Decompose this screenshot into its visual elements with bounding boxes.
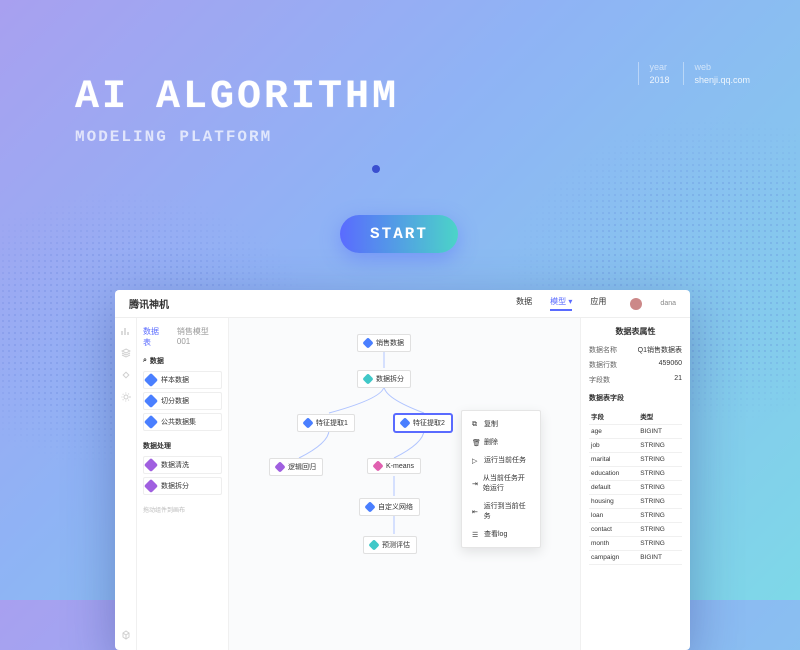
avatar[interactable] bbox=[630, 298, 642, 310]
node-custom-net[interactable]: 自定义网络 bbox=[359, 498, 420, 516]
node-data-split[interactable]: 数据拆分 bbox=[357, 370, 411, 388]
meta-year-label: year bbox=[649, 62, 669, 72]
field-row: housingSTRING bbox=[589, 495, 682, 509]
iconbar bbox=[115, 318, 137, 650]
layers-icon[interactable] bbox=[121, 348, 131, 358]
field-row: contactSTRING bbox=[589, 523, 682, 537]
cog-icon[interactable] bbox=[121, 392, 131, 402]
menu-delete[interactable]: 🗑删除 bbox=[462, 433, 540, 451]
prop-name: Q1销售数据表 bbox=[638, 345, 682, 355]
meta-block: year 2018 web shenji.qq.com bbox=[638, 62, 750, 85]
topbar: 腾讯神机 数据 模型 ▾ 应用 dana bbox=[115, 290, 690, 318]
app-window: 腾讯神机 数据 模型 ▾ 应用 dana 数据表 销售模型001 ⌕数据 bbox=[115, 290, 690, 650]
diamond-icon[interactable] bbox=[121, 370, 131, 380]
field-row: loanSTRING bbox=[589, 509, 682, 523]
side-tab-model[interactable]: 销售模型001 bbox=[177, 326, 222, 348]
menu-copy[interactable]: ⧉复制 bbox=[462, 415, 540, 433]
node-logistic[interactable]: 逻辑回归 bbox=[269, 458, 323, 476]
play-from-icon: ⇥ bbox=[472, 480, 478, 487]
node-sales-data[interactable]: 销售数据 bbox=[357, 334, 411, 352]
field-row: jobSTRING bbox=[589, 439, 682, 453]
tab-model-label: 模型 bbox=[550, 297, 566, 306]
cube-icon[interactable] bbox=[121, 630, 131, 640]
sidebar: 数据表 销售模型001 ⌕数据 样本数据 切分数据 公共数据集 数据处理 数据清… bbox=[137, 318, 229, 650]
node-kmeans[interactable]: K-means bbox=[367, 458, 421, 474]
chart-icon[interactable] bbox=[121, 326, 131, 336]
play-to-icon: ⇤ bbox=[472, 508, 479, 515]
chevron-down-icon: ▾ bbox=[568, 297, 572, 306]
tab-app[interactable]: 应用 bbox=[590, 296, 606, 311]
tab-data[interactable]: 数据 bbox=[516, 296, 532, 311]
user-name: dana bbox=[660, 300, 676, 307]
rpanel-title: 数据表属性 bbox=[589, 326, 682, 337]
node-predict-eval[interactable]: 预测评估 bbox=[363, 536, 417, 554]
field-row: monthSTRING bbox=[589, 537, 682, 551]
meta-web: shenji.qq.com bbox=[694, 75, 750, 85]
trash-icon: 🗑 bbox=[472, 439, 479, 446]
node-feature2[interactable]: 特征提取2 bbox=[394, 414, 452, 432]
hero: AI ALGORITHM MODELING PLATFORM bbox=[75, 75, 399, 146]
search-icon: ⌕ bbox=[143, 357, 147, 365]
side-group-data-title: ⌕数据 bbox=[143, 356, 222, 366]
menu-run-from[interactable]: ⇥从当前任务开始运行 bbox=[462, 469, 540, 497]
accent-dot bbox=[372, 165, 380, 173]
menu-view-log[interactable]: ☰查看log bbox=[462, 525, 540, 543]
context-menu: ⧉复制 🗑删除 ▷运行当前任务 ⇥从当前任务开始运行 ⇤运行到当前任务 ☰查看l… bbox=[461, 410, 541, 548]
fields-title: 数据表字段 bbox=[589, 393, 682, 403]
start-button[interactable]: START bbox=[340, 215, 458, 253]
meta-year: 2018 bbox=[649, 75, 669, 85]
menu-run-to[interactable]: ⇤运行到当前任务 bbox=[462, 497, 540, 525]
tab-model[interactable]: 模型 ▾ bbox=[550, 296, 572, 311]
hero-subtitle: MODELING PLATFORM bbox=[75, 128, 399, 146]
play-icon: ▷ bbox=[472, 457, 479, 464]
side-item-public[interactable]: 公共数据集 bbox=[143, 413, 222, 431]
side-item-clean[interactable]: 数据清洗 bbox=[143, 456, 222, 474]
field-row: maritalSTRING bbox=[589, 453, 682, 467]
side-group-process-title: 数据处理 bbox=[143, 441, 222, 451]
prop-cols: 21 bbox=[674, 375, 682, 385]
field-row: educationSTRING bbox=[589, 467, 682, 481]
right-panel: 数据表属性 数据名称Q1销售数据表 数据行数459060 字段数21 数据表字段… bbox=[580, 318, 690, 650]
brand: 腾讯神机 bbox=[129, 296, 169, 311]
field-row: campaignBIGINT bbox=[589, 551, 682, 565]
canvas[interactable]: 销售数据 数据拆分 特征提取1 特征提取2 逻辑回归 K-means 自定义网络… bbox=[229, 318, 580, 650]
side-tab-datasets[interactable]: 数据表 bbox=[143, 326, 167, 348]
fields-table: 字段类型 ageBIGINTjobSTRINGmaritalSTRINGeduc… bbox=[589, 408, 682, 565]
field-row: defaultSTRING bbox=[589, 481, 682, 495]
top-tabs: 数据 模型 ▾ 应用 bbox=[516, 296, 606, 311]
side-note: 拖动组件到画布 bbox=[143, 505, 222, 514]
field-row: ageBIGINT bbox=[589, 425, 682, 439]
side-item-divide[interactable]: 数据拆分 bbox=[143, 477, 222, 495]
log-icon: ☰ bbox=[472, 531, 479, 538]
side-item-sample[interactable]: 样本数据 bbox=[143, 371, 222, 389]
copy-icon: ⧉ bbox=[472, 421, 479, 428]
meta-web-label: web bbox=[694, 62, 750, 72]
prop-rows: 459060 bbox=[659, 360, 682, 370]
menu-run-current[interactable]: ▷运行当前任务 bbox=[462, 451, 540, 469]
node-feature1[interactable]: 特征提取1 bbox=[297, 414, 355, 432]
side-item-split[interactable]: 切分数据 bbox=[143, 392, 222, 410]
hero-title: AI ALGORITHM bbox=[75, 75, 399, 120]
